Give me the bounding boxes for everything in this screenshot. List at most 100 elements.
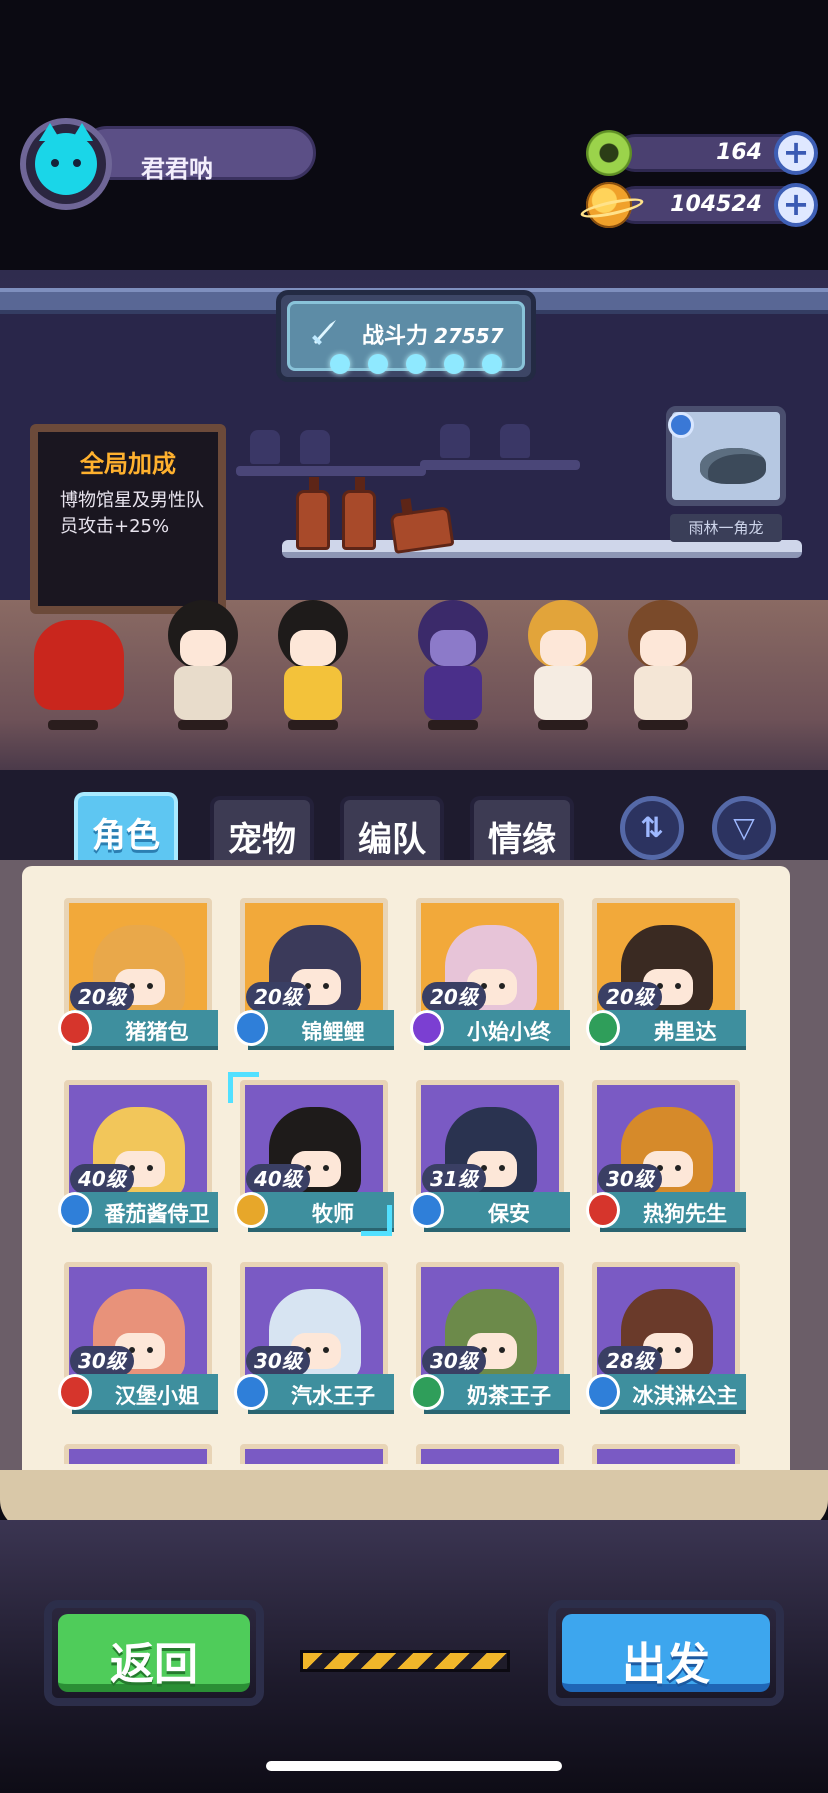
character-name: 奶茶王子 [467,1384,551,1408]
filter-icon: ▽ [733,811,755,844]
character-name-bar: 小始小终 [424,1010,570,1050]
bottle-icon [389,506,455,554]
character-card[interactable] [398,1444,570,1464]
player-name: 君君呐 [141,155,213,183]
character-level: 20级 [246,982,310,1012]
character-card[interactable]: 30级 汉堡小姐 [46,1262,218,1420]
card-portrait [592,1444,740,1464]
shelf-jar [250,430,280,464]
team-member[interactable] [520,600,604,730]
character-card[interactable]: 40级 牧师 [222,1072,394,1238]
character-card[interactable] [574,1444,746,1464]
class-badge-icon [234,1374,268,1410]
character-name-bar: 锦鲤鲤 [248,1010,394,1050]
board-title: 全局加成 [80,450,176,478]
shelf-jar [500,424,530,458]
green-donut-icon [586,130,632,176]
character-level: 20级 [598,982,662,1012]
character-card[interactable]: 20级小始小终 [398,898,570,1056]
rock-creature-icon [700,448,766,484]
card-portrait [240,1444,388,1464]
character-card[interactable]: 30级热狗先生 [574,1080,746,1238]
home-indicator[interactable] [266,1761,562,1771]
class-badge-icon [58,1010,92,1046]
class-badge-icon [586,1374,620,1410]
player-name-bar: 君君呐 [80,126,316,183]
depart-button-label: 出发 [622,1639,710,1690]
character-level: 40级 [70,1164,134,1194]
character-name: 小始小终 [467,1020,551,1044]
character-level: 31级 [422,1164,486,1194]
character-name: 汽水王子 [291,1384,375,1408]
character-level: 40级 [246,1164,310,1194]
character-name: 弗里达 [653,1020,717,1044]
shelf-jar [300,430,330,464]
character-name-bar: 牧师 [248,1192,394,1232]
sort-button[interactable]: ⇅ [620,796,684,860]
tab-bonds[interactable]: 情缘 [470,796,574,866]
bottom-bar: 返回 出发 [0,1520,828,1793]
character-card[interactable]: 31级 保安 [398,1080,570,1238]
team-lineup [30,570,730,730]
character-card[interactable] [46,1444,218,1464]
tab-pets[interactable]: 宠物 [210,796,314,866]
game-screen: 君君呐 164 + 104524 + 战斗力 27557 全局加成 博物馆星及男… [0,0,828,1793]
player-profile[interactable]: 君君呐 [20,118,316,210]
dinosaur-avatar [34,620,124,710]
tab-label: 角色 [92,816,160,856]
exhibit-label: 雨林一角龙 [670,514,782,542]
planet-coin-icon [586,182,632,228]
character-card[interactable]: 28级 冰淇淋公主 [574,1262,746,1420]
character-card[interactable]: 40级番茄酱侍卫 [46,1080,218,1238]
tab-label: 情缘 [488,820,556,860]
team-member[interactable] [620,600,704,730]
sort-swap-icon: ⇅ [640,811,664,844]
team-member[interactable] [270,600,354,730]
depart-button[interactable]: 出发 [548,1600,784,1706]
character-card[interactable]: 30级 汽水王子 [222,1262,394,1420]
character-level: 20级 [422,982,486,1012]
character-card[interactable]: 20级弗里达 [574,898,746,1056]
character-card[interactable]: 30级奶茶王子 [398,1262,570,1420]
character-card[interactable]: 20级 锦鲤鲤 [222,898,394,1056]
combat-power-panel: 战斗力 27557 [276,290,536,382]
character-level: 30级 [598,1164,662,1194]
cat-avatar-icon [35,123,97,195]
character-name-bar: 番茄酱侍卫 [72,1192,218,1232]
combat-power-title: 战斗力 [362,324,429,349]
shelf [236,466,426,476]
team-member[interactable] [160,600,244,730]
character-name: 热狗先生 [643,1202,727,1226]
character-name-bar: 冰淇淋公主 [600,1374,746,1414]
character-level: 20级 [70,982,134,1012]
back-button[interactable]: 返回 [44,1600,264,1706]
character-name: 番茄酱侍卫 [104,1202,210,1226]
team-member-dinosaur[interactable] [30,600,126,730]
tab-characters[interactable]: 角色 [74,792,178,870]
power-screen: 战斗力 27557 [287,301,525,374]
team-member[interactable] [410,600,494,730]
character-level: 30级 [422,1346,486,1376]
rarity-badge-icon [668,412,694,438]
class-badge-icon [58,1374,92,1410]
board-text: 博物馆星及男性队员攻击+25% [60,490,204,537]
character-grid: 20级 猪猪包 20级 锦鲤鲤 20级 小始小终 20级 弗里达 40级 番茄酱侍卫 40级 牧师 31… [46,898,776,1464]
back-button-label: 返回 [110,1639,198,1690]
class-badge-icon [234,1010,268,1046]
bottle-icon [296,477,330,550]
filter-button[interactable]: ▽ [712,796,776,860]
character-grid-scroll[interactable]: 20级 猪猪包 20级 锦鲤鲤 20级 小始小终 20级 弗里达 40级 番茄酱侍卫 40级 牧师 31… [46,898,776,1464]
character-name: 猪猪包 [125,1020,189,1044]
add-coin-button[interactable]: + [774,183,818,227]
shelf [420,460,580,470]
add-donut-button[interactable]: + [774,131,818,175]
character-card[interactable]: 20级猪猪包 [46,898,218,1056]
tab-formation[interactable]: 编队 [340,796,444,866]
class-badge-icon [586,1010,620,1046]
exhibit-monitor[interactable]: 雨林一角龙 [666,406,786,542]
player-avatar[interactable] [20,118,112,210]
combat-power-value: 27557 [434,324,504,348]
character-name-bar: 保安 [424,1192,570,1232]
character-card[interactable] [222,1444,394,1464]
character-name: 冰淇淋公主 [632,1384,738,1408]
